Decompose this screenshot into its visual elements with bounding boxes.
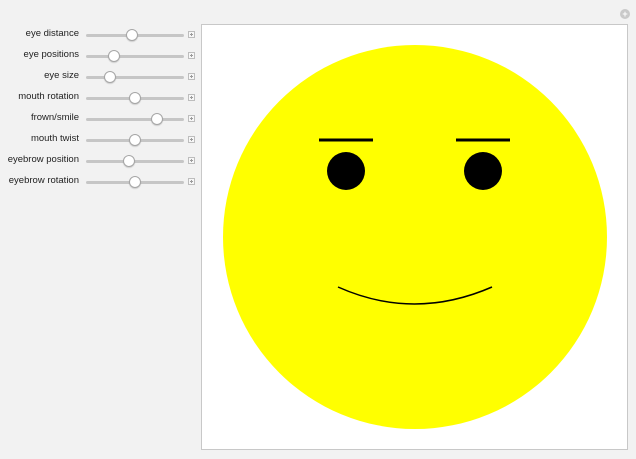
control-label: eye size (44, 70, 79, 81)
control-mouth-twist: mouth twist (0, 130, 200, 150)
expand-plus-icon[interactable] (188, 115, 195, 122)
face-canvas (201, 24, 628, 450)
control-label: mouth twist (30, 133, 79, 144)
eye-size-slider[interactable] (86, 71, 184, 83)
expand-plus-icon[interactable] (188, 31, 195, 38)
manipulate-panel: + eye distance eye positions eye size mo… (0, 0, 636, 459)
slider-thumb[interactable] (129, 176, 141, 188)
control-frown-smile: frown/smile (0, 109, 200, 129)
frown-smile-slider[interactable] (86, 113, 184, 125)
mouth-rotation-slider[interactable] (86, 92, 184, 104)
expand-plus-icon[interactable] (188, 136, 195, 143)
control-eye-distance: eye distance (0, 25, 200, 45)
eye-distance-slider[interactable] (86, 29, 184, 41)
left-eye (327, 152, 365, 190)
eyebrow-position-slider[interactable] (86, 155, 184, 167)
control-eye-positions: eye positions (0, 46, 200, 66)
expand-plus-icon[interactable] (188, 73, 195, 80)
control-eye-size: eye size (0, 67, 200, 87)
control-label: eye distance (25, 28, 79, 39)
eyebrow-rotation-slider[interactable] (86, 176, 184, 188)
control-label: eyebrow rotation (8, 175, 79, 186)
slider-thumb[interactable] (123, 155, 136, 167)
face-circle (223, 45, 607, 429)
control-eyebrow-rotation: eyebrow rotation (0, 172, 200, 192)
expand-plus-icon[interactable] (188, 157, 195, 164)
slider-thumb[interactable] (129, 134, 141, 146)
expand-plus-icon[interactable] (188, 94, 195, 101)
right-eye (464, 152, 502, 190)
mouth-twist-slider[interactable] (86, 134, 184, 146)
control-label: frown/smile (30, 112, 79, 123)
options-icon[interactable]: + (620, 9, 630, 19)
slider-thumb[interactable] (126, 29, 139, 41)
control-eyebrow-position: eyebrow position (0, 151, 200, 171)
slider-track[interactable] (86, 55, 184, 58)
control-label: eye positions (23, 49, 79, 60)
slider-thumb[interactable] (150, 113, 163, 125)
slider-track[interactable] (86, 118, 184, 121)
control-label: eyebrow position (7, 154, 79, 165)
expand-plus-icon[interactable] (188, 52, 195, 59)
slider-track[interactable] (86, 76, 184, 79)
expand-plus-icon[interactable] (188, 178, 195, 185)
face-graphic (223, 45, 607, 429)
slider-thumb[interactable] (129, 92, 141, 104)
control-mouth-rotation: mouth rotation (0, 88, 200, 108)
control-label: mouth rotation (18, 91, 79, 102)
slider-thumb[interactable] (108, 50, 121, 62)
eye-positions-slider[interactable] (86, 50, 184, 62)
slider-thumb[interactable] (103, 71, 116, 83)
